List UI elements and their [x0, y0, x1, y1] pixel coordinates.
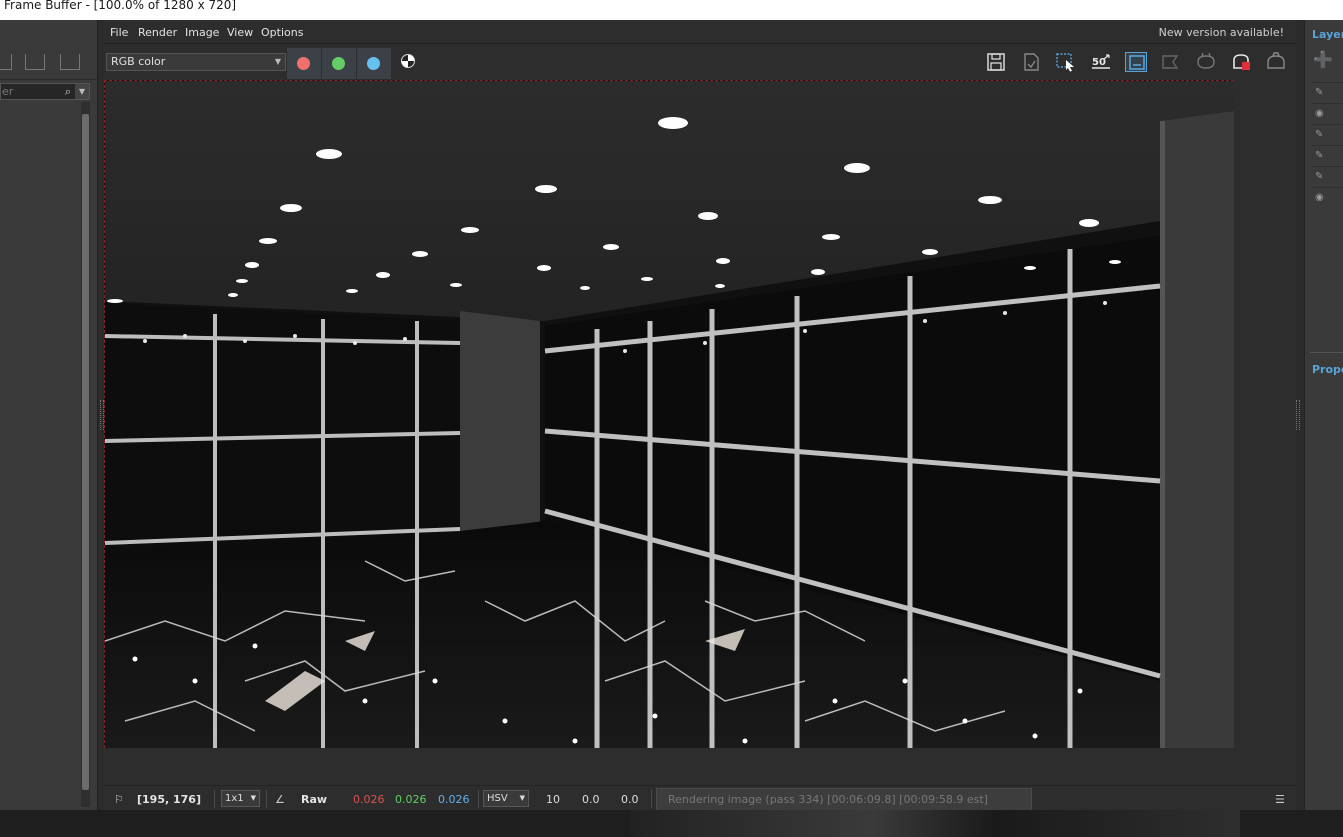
frame-buffer-main: File Render Image View Options New versi… [104, 20, 1296, 811]
value-value: 0.0 [621, 793, 639, 806]
layers-title: Layers [1312, 28, 1343, 41]
pencil-icon: ✎ [1315, 150, 1324, 161]
render-region-icon[interactable] [1160, 52, 1182, 72]
eye-icon[interactable]: ◉ [1315, 108, 1324, 119]
green-channel-button[interactable] [322, 48, 356, 79]
green-value: 0.026 [395, 793, 427, 806]
green-dot-icon [332, 57, 345, 70]
stop-render-icon[interactable] [1230, 52, 1252, 72]
blue-dot-icon [367, 57, 380, 70]
chevron-down-icon: ▼ [519, 794, 525, 802]
chevron-down-icon: ▼ [274, 57, 281, 66]
render-icon[interactable] [1265, 52, 1287, 72]
color-space-select[interactable]: HSV ▼ [483, 790, 529, 807]
layer-row[interactable]: ✎ [1312, 82, 1343, 102]
right-splitter[interactable] [1296, 400, 1300, 430]
red-value: 0.026 [353, 793, 385, 806]
clear-icon[interactable] [1195, 52, 1217, 72]
layer-row[interactable]: ✎ [1312, 166, 1343, 186]
window-title: Frame Buffer - [100.0% of 1280 x 720] [0, 0, 1343, 20]
layer-row[interactable]: ◉ [1312, 103, 1343, 123]
status-bar: ⚐ [195, 176] 1x1 ▼ ∠ Raw 0.026 0.026 0.0… [104, 785, 1296, 811]
properties-title: Properties [1312, 363, 1343, 376]
save-all-icon[interactable] [1020, 52, 1042, 72]
log-icon[interactable]: ☰ [1275, 793, 1285, 806]
menu-render[interactable]: Render [138, 26, 177, 39]
menu-file[interactable]: File [110, 26, 128, 39]
eye-icon[interactable]: ◉ [1315, 192, 1324, 203]
filter-placeholder: er [2, 85, 14, 98]
render-viewport[interactable] [104, 80, 1234, 748]
new-version-link[interactable]: New version available! [1159, 26, 1284, 39]
load-icon[interactable] [25, 54, 45, 70]
menu-options[interactable]: Options [261, 26, 303, 39]
monochrome-icon[interactable] [401, 54, 415, 68]
thumbnail-preview [630, 810, 1240, 837]
add-layer-icon[interactable]: ➕ [1313, 50, 1333, 69]
curve-icon[interactable]: ∠ [275, 793, 285, 806]
scrollbar-thumb[interactable] [82, 114, 89, 790]
color-mode[interactable]: Raw [301, 793, 327, 806]
hue-value: 10 [546, 793, 560, 806]
left-panel: er ⌕ ▼ [0, 20, 98, 810]
pencil-icon: ✎ [1315, 129, 1324, 140]
pixel-info-icon[interactable]: ⚐ [114, 793, 124, 806]
blue-value: 0.026 [438, 793, 470, 806]
save-icon[interactable] [985, 52, 1007, 72]
left-tools [0, 20, 97, 80]
bottom-strip [0, 810, 1343, 837]
pixel-coords: [195, 176] [137, 793, 201, 806]
right-panel: Layers ➕ ✎ ◉ ✎ ✎ ✎ ◉ Properties [1304, 20, 1343, 810]
export-icon[interactable] [60, 54, 80, 70]
layer-row[interactable]: ✎ [1312, 145, 1343, 165]
chevron-down-icon: ▼ [250, 794, 256, 802]
separator [651, 790, 652, 808]
red-channel-button[interactable] [287, 48, 321, 79]
filter-input[interactable]: er ⌕ ▼ [0, 83, 90, 100]
sample-size-select[interactable]: 1x1 ▼ [221, 790, 260, 807]
red-dot-icon [297, 57, 310, 70]
search-icon[interactable]: ⌕ [65, 84, 71, 99]
blue-channel-button[interactable] [357, 48, 391, 79]
panel-divider [1310, 352, 1343, 353]
menu-bar: File Render Image View Options New versi… [104, 20, 1296, 44]
menu-image[interactable]: Image [185, 26, 219, 39]
pencil-icon: ✎ [1315, 87, 1324, 98]
separator [266, 790, 267, 808]
track-mouse-icon[interactable] [1125, 52, 1147, 72]
pencil-icon: ✎ [1315, 171, 1324, 182]
saturation-value: 0.0 [582, 793, 600, 806]
rendered-image [105, 81, 1234, 748]
left-scrollbar[interactable] [81, 102, 90, 807]
zoom-50-icon[interactable]: 50 [1090, 52, 1112, 72]
separator [478, 790, 479, 808]
toolbar: RGB color ▼ 50 [104, 45, 1296, 80]
layer-row[interactable]: ✎ [1312, 124, 1343, 144]
sample-size-value: 1x1 [225, 793, 244, 804]
layer-row[interactable]: ◉ [1312, 187, 1343, 207]
render-progress: Rendering image (pass 334) [00:06:09.8] … [656, 788, 1032, 811]
menu-view[interactable]: View [227, 26, 253, 39]
chevron-down-icon[interactable]: ▼ [75, 84, 89, 99]
channel-select[interactable]: RGB color ▼ [106, 53, 286, 71]
separator [214, 790, 215, 808]
tool-icon[interactable] [0, 54, 12, 70]
render-progress-text: Rendering image (pass 334) [00:06:09.8] … [668, 793, 988, 806]
region-render-icon[interactable] [1055, 52, 1077, 72]
channel-select-value: RGB color [111, 55, 166, 68]
color-space-value: HSV [487, 793, 508, 804]
